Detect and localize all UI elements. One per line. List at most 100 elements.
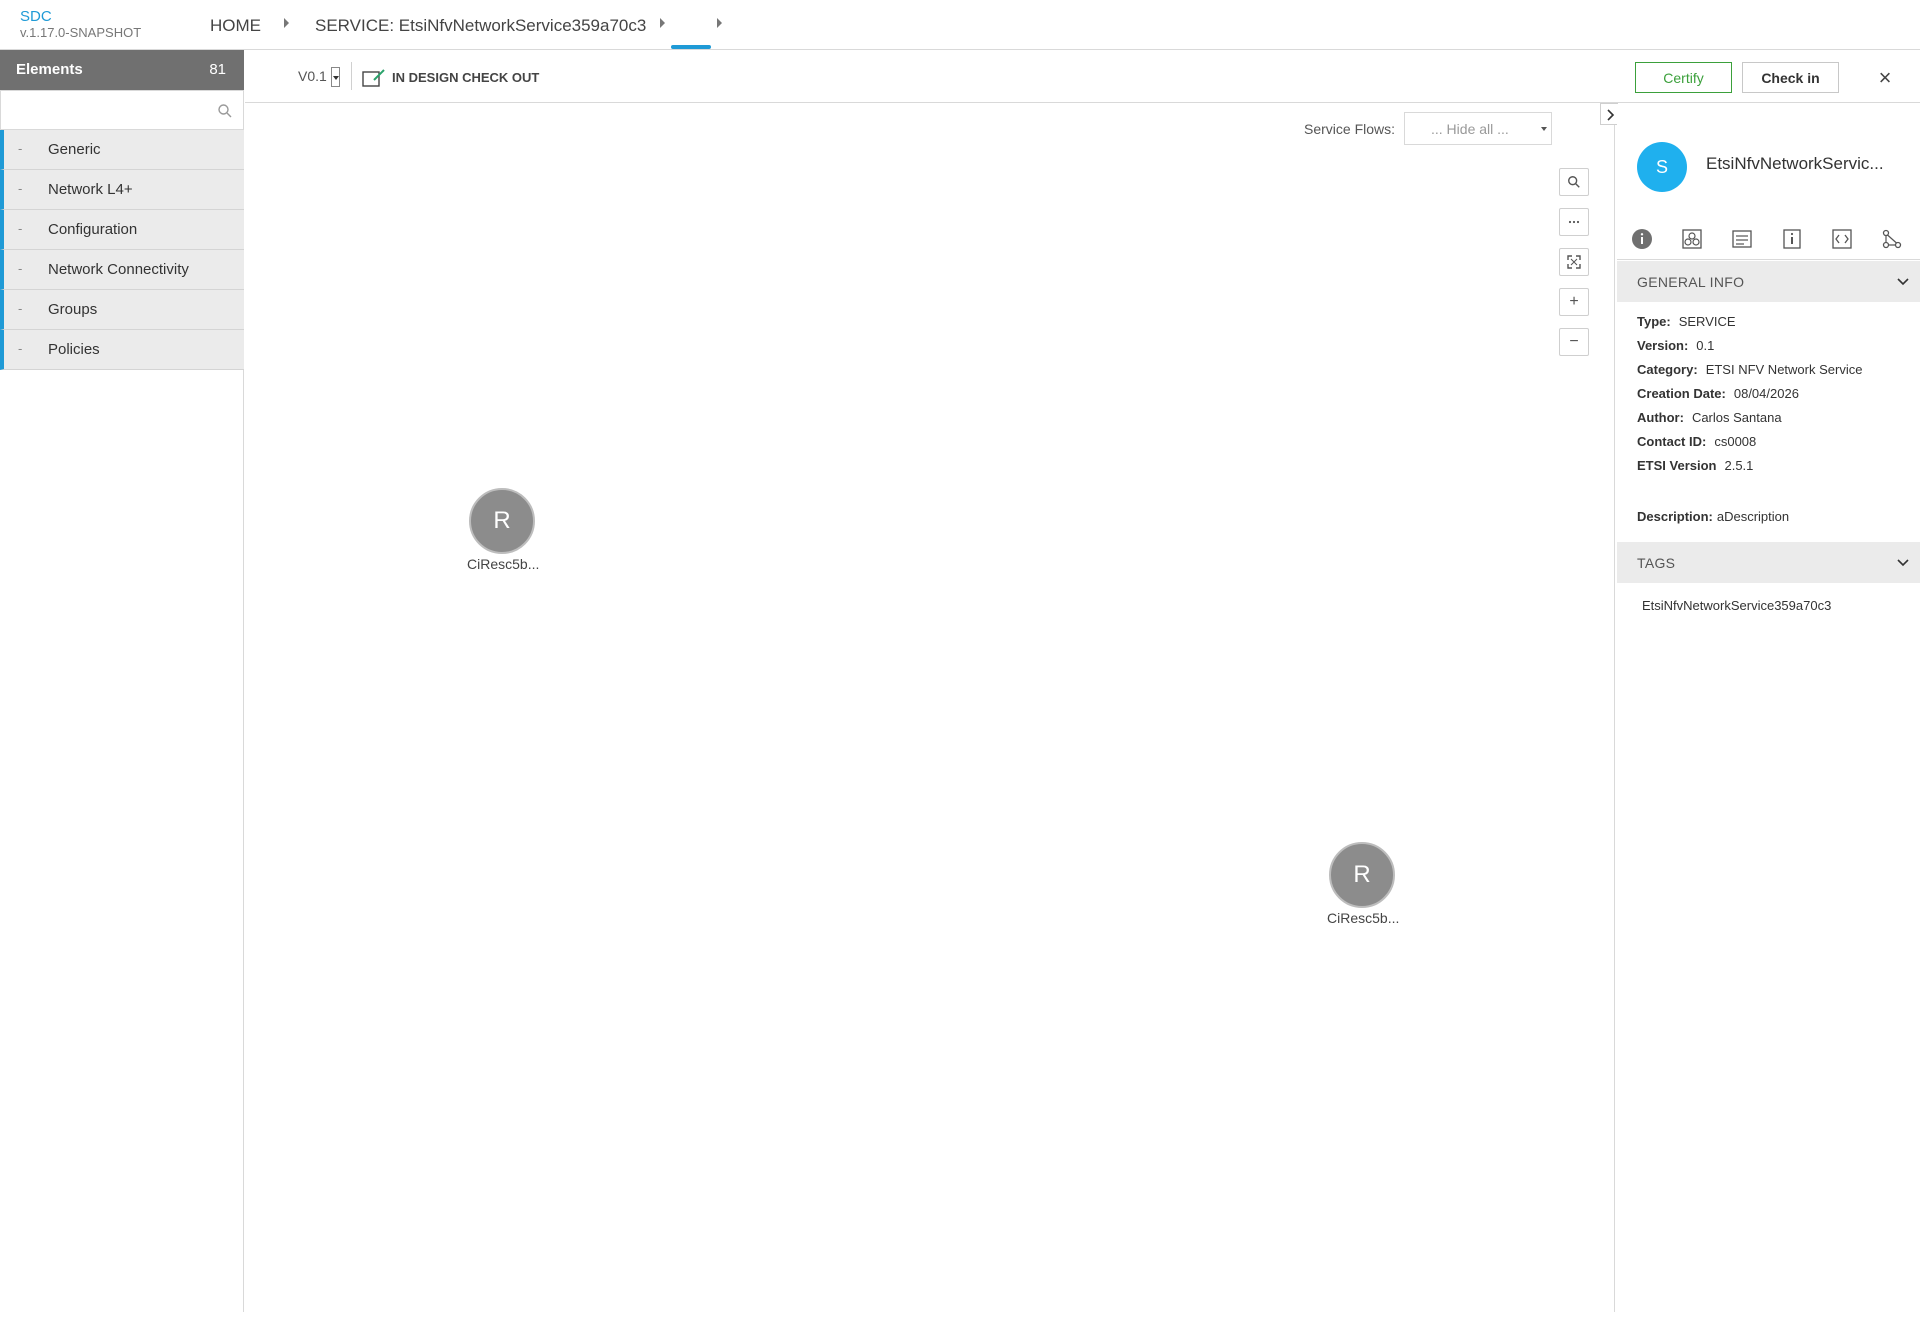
more-icon xyxy=(1568,220,1580,224)
info-key: Type: xyxy=(1637,314,1671,329)
canvas-more-button[interactable] xyxy=(1559,208,1589,236)
version-select[interactable]: V0.1 xyxy=(298,68,327,84)
expand-icon xyxy=(1567,255,1581,269)
chevron-down-icon xyxy=(1541,127,1547,131)
info-row-type: Type: SERVICE xyxy=(1637,314,1736,329)
active-breadcrumb-indicator xyxy=(671,45,711,49)
category-label: Policies xyxy=(48,341,100,358)
category-network-connectivity[interactable]: - Network Connectivity xyxy=(0,250,244,290)
resource-node-label: CiResc5b... xyxy=(467,556,540,572)
chevron-down-icon xyxy=(1897,278,1909,286)
search-icon[interactable] xyxy=(217,103,233,119)
breadcrumb-arrow-icon[interactable] xyxy=(284,18,289,28)
elements-title: Elements xyxy=(16,61,83,78)
category-label: Groups xyxy=(48,301,98,318)
details-tabs xyxy=(1617,218,1920,260)
zoom-out-button[interactable]: − xyxy=(1559,328,1589,356)
category-policies[interactable]: - Policies xyxy=(0,330,244,370)
check-in-button[interactable]: Check in xyxy=(1742,62,1839,93)
info-value: 0.1 xyxy=(1696,338,1715,353)
breadcrumb-home[interactable]: HOME xyxy=(210,16,261,36)
category-dash: - xyxy=(18,301,23,316)
service-flows-select[interactable]: ... Hide all ... xyxy=(1404,112,1552,145)
composition-canvas[interactable]: Service Flows: ... Hide all ... + − R Ci… xyxy=(245,104,1615,1312)
tag-item: EtsiNfvNetworkService359a70c3 xyxy=(1642,598,1832,613)
category-dash: - xyxy=(18,221,23,236)
breadcrumb-service[interactable]: SERVICE: EtsiNfvNetworkService359a70c3 xyxy=(315,16,646,36)
chevron-right-icon xyxy=(1607,109,1615,121)
category-label: Generic xyxy=(48,141,101,158)
info-row-version: Version: 0.1 xyxy=(1637,338,1714,353)
toolbar-divider xyxy=(351,62,352,90)
category-generic[interactable]: - Generic xyxy=(0,130,244,170)
info-row-category: Category: ETSI NFV Network Service xyxy=(1637,362,1862,377)
info-row-etsi-version: ETSI Version 2.5.1 xyxy=(1637,458,1753,473)
resource-node[interactable]: R xyxy=(1329,842,1395,908)
fit-to-screen-button[interactable] xyxy=(1559,248,1589,276)
brand-name: SDC xyxy=(20,8,52,25)
info-key: Description: xyxy=(1637,509,1713,524)
service-avatar: S xyxy=(1637,142,1687,192)
workspace-toolbar: V0.1 IN DESIGN CHECK OUT Certify Check i… xyxy=(245,50,1920,103)
brand[interactable]: SDC v.1.17.0-SNAPSHOT xyxy=(20,9,141,41)
relations-tab-icon[interactable] xyxy=(1881,228,1903,250)
elements-search-input[interactable] xyxy=(7,97,207,123)
info-value: SERVICE xyxy=(1678,314,1736,329)
collapse-panel-button[interactable] xyxy=(1600,103,1618,125)
code-tab-icon[interactable] xyxy=(1831,228,1853,250)
tags-section[interactable]: TAGS xyxy=(1617,542,1920,583)
info-key: Contact ID: xyxy=(1637,434,1707,449)
info-row-creation-date: Creation Date: 08/04/2026 xyxy=(1637,386,1799,401)
general-info-section[interactable]: GENERAL INFO xyxy=(1617,261,1920,302)
close-icon[interactable]: × xyxy=(1873,66,1897,90)
elements-panel: Elements 81 - Generic - Network L4+ - Co… xyxy=(0,50,244,1312)
category-label: Network Connectivity xyxy=(48,261,189,278)
category-groups[interactable]: - Groups xyxy=(0,290,244,330)
info-value: Carlos Santana xyxy=(1691,410,1782,425)
info-row-description: Description: aDescription xyxy=(1637,509,1789,524)
top-navigation-bar: SDC v.1.17.0-SNAPSHOT HOME SERVICE: Etsi… xyxy=(0,0,1920,50)
elements-count: 81 xyxy=(209,61,226,78)
info-row-contact-id: Contact ID: cs0008 xyxy=(1637,434,1756,449)
category-dash: - xyxy=(18,141,23,156)
app-version: v.1.17.0-SNAPSHOT xyxy=(20,25,142,40)
checkout-status-icon xyxy=(362,69,385,87)
category-label: Configuration xyxy=(48,221,138,238)
info-value: ETSI NFV Network Service xyxy=(1705,362,1863,377)
details-panel: S EtsiNfvNetworkServic... GENERAL INFO T… xyxy=(1617,104,1920,1312)
category-label: Network L4+ xyxy=(48,181,133,198)
info-key: Author: xyxy=(1637,410,1684,425)
composition-tab-icon[interactable] xyxy=(1681,228,1703,250)
service-flows-label: Service Flows: xyxy=(1304,121,1396,137)
info-key: Version: xyxy=(1637,338,1689,353)
info-value: 08/04/2026 xyxy=(1733,386,1799,401)
category-network-l4[interactable]: - Network L4+ xyxy=(0,170,244,210)
resource-node-label: CiResc5b... xyxy=(1327,910,1400,926)
info-key: Creation Date: xyxy=(1637,386,1726,401)
properties-tab-icon[interactable] xyxy=(1781,228,1803,250)
lifecycle-status: IN DESIGN CHECK OUT xyxy=(392,70,540,85)
resource-node[interactable]: R xyxy=(469,488,535,554)
info-key: ETSI Version xyxy=(1637,458,1717,473)
zoom-in-button[interactable]: + xyxy=(1559,288,1589,316)
breadcrumb-arrow-icon[interactable] xyxy=(660,18,665,28)
info-value: 2.5.1 xyxy=(1724,458,1754,473)
breadcrumb-arrow-icon[interactable] xyxy=(717,18,722,28)
category-dash: - xyxy=(18,341,23,356)
general-info-title: GENERAL INFO xyxy=(1637,274,1745,290)
deployment-tab-icon[interactable] xyxy=(1731,228,1753,250)
certify-button[interactable]: Certify xyxy=(1635,62,1732,93)
category-dash: - xyxy=(18,181,23,196)
info-value: aDescription xyxy=(1716,509,1790,524)
elements-search xyxy=(0,90,244,130)
info-tab-icon[interactable] xyxy=(1631,228,1653,250)
elements-header: Elements 81 xyxy=(0,50,244,90)
category-dash: - xyxy=(18,261,23,276)
chevron-down-icon xyxy=(1897,559,1909,567)
info-value: cs0008 xyxy=(1714,434,1757,449)
canvas-search-button[interactable] xyxy=(1559,168,1589,196)
category-configuration[interactable]: - Configuration xyxy=(0,210,244,250)
version-dropdown-icon[interactable] xyxy=(331,67,340,87)
info-row-author: Author: Carlos Santana xyxy=(1637,410,1782,425)
search-icon xyxy=(1568,176,1580,188)
